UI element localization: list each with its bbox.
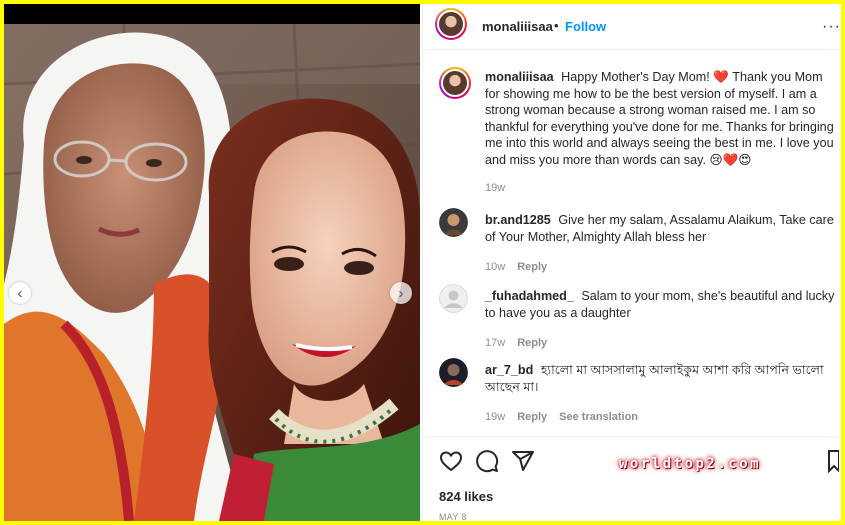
caption-avatar[interactable] (439, 67, 471, 99)
comment-avatar[interactable] (439, 358, 468, 387)
caption-text-b: Thank you Mom for showing me how to be t… (485, 70, 834, 167)
more-options-icon[interactable]: ··· (822, 18, 841, 36)
avatar[interactable] (435, 8, 467, 40)
comment-body: br.and1285 Give her my salam, Assalamu A… (485, 212, 837, 276)
comment-body: _fuhadahmed_ Salam to your mom, she's be… (485, 288, 837, 352)
follow-button[interactable]: Follow (565, 19, 606, 34)
reply-button[interactable]: Reply (517, 259, 547, 276)
post-photo-image (4, 24, 420, 521)
comment-username[interactable]: _fuhadahmed_ (485, 289, 574, 303)
reply-button[interactable]: Reply (517, 409, 547, 426)
caption-username[interactable]: monaliiisaa (485, 70, 554, 84)
comment-time[interactable]: 19w (485, 409, 505, 426)
caption-emojis: 😢❤️😍 (709, 152, 752, 167)
comment-icon[interactable] (475, 449, 499, 473)
heart-icon[interactable] (439, 449, 463, 473)
comment-text: হ্যালো মা আসসালামু আলাইকুম আশা করি আপনি … (485, 363, 824, 394)
chevron-left-icon[interactable]: ‹ (9, 282, 31, 304)
post-header: monaliiisaa • Follow ··· (423, 4, 841, 50)
header-username[interactable]: monaliiisaa (482, 19, 553, 34)
caption-time[interactable]: 19w (485, 180, 505, 197)
heart-emoji: ❤️ (713, 70, 729, 84)
post-photo[interactable]: ‹ › (4, 24, 420, 521)
comment-body: ar_7_bd হ্যালো মা আসসালামু আলাইকুম আশা ক… (485, 362, 837, 426)
caption-text-a: Happy Mother's Day Mom! (561, 70, 710, 84)
post-date: MAY 8 (439, 512, 467, 521)
post-actions: worldtop2.com 824 likes MAY 8 (423, 436, 841, 521)
caption-body: monaliiisaa Happy Mother's Day Mom! ❤️ T… (485, 69, 837, 197)
send-icon[interactable] (511, 449, 535, 473)
comment-time[interactable]: 17w (485, 335, 505, 352)
instagram-post-frame: ‹ › monaliiisaa • Follow ··· monaliiisaa… (4, 4, 841, 521)
photo-top-bar (4, 4, 420, 24)
comment-username[interactable]: br.and1285 (485, 213, 551, 227)
likes-count[interactable]: 824 likes (439, 489, 493, 504)
chevron-right-icon[interactable]: › (390, 282, 412, 304)
see-translation-button[interactable]: See translation (559, 409, 638, 426)
post-sidebar: monaliiisaa • Follow ··· monaliiisaa Hap… (422, 4, 841, 521)
comment-avatar[interactable] (439, 208, 468, 237)
comment-avatar[interactable] (439, 284, 468, 313)
header-dot: • (554, 18, 559, 33)
bookmark-icon[interactable] (827, 449, 839, 473)
comment-username[interactable]: ar_7_bd (485, 363, 533, 377)
watermark-text: worldtop2.com (619, 456, 762, 472)
comment-time[interactable]: 10w (485, 259, 505, 276)
reply-button[interactable]: Reply (517, 335, 547, 352)
